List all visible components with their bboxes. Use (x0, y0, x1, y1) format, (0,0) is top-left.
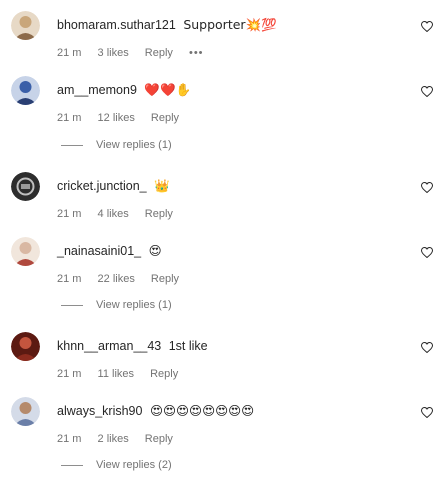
avatar[interactable] (11, 332, 40, 361)
comment-text: 1st like (168, 339, 208, 353)
view-replies-button[interactable]: View replies (1) (61, 138, 172, 152)
comment-likes[interactable]: 2 likes (98, 433, 129, 445)
comment-time: 21 m (57, 47, 82, 59)
comment-username[interactable]: always_krish90 (57, 404, 142, 418)
comment-text: ❤️❤️✋ (144, 82, 192, 97)
comment-time: 21 m (57, 208, 82, 220)
comment-text: 😍 (148, 243, 162, 258)
avatar[interactable] (11, 11, 40, 40)
like-heart-icon[interactable] (421, 182, 433, 193)
like-heart-icon[interactable] (421, 407, 433, 418)
reply-button[interactable]: Reply (145, 433, 173, 445)
comment-username[interactable]: _nainasaini01_ (57, 244, 141, 258)
comment-username[interactable]: cricket.junction_ (57, 179, 147, 193)
avatar[interactable] (11, 397, 40, 426)
comment-time: 21 m (57, 433, 82, 445)
comment-likes[interactable]: 11 likes (98, 368, 134, 380)
like-heart-icon[interactable] (421, 86, 433, 97)
view-replies-button[interactable]: View replies (2) (61, 458, 172, 472)
comment-time: 21 m (57, 273, 82, 285)
replies-divider (61, 464, 83, 466)
avatar[interactable] (11, 76, 40, 105)
reply-button[interactable]: Reply (151, 112, 179, 124)
comment-likes[interactable]: 3 likes (98, 47, 129, 59)
reply-button[interactable]: Reply (151, 273, 179, 285)
comment-username[interactable]: am__memon9 (57, 83, 137, 97)
reply-button[interactable]: Reply (145, 47, 173, 59)
replies-divider (61, 304, 83, 306)
comment-time: 21 m (57, 368, 82, 380)
comment-likes[interactable]: 22 likes (98, 273, 135, 285)
replies-divider (61, 144, 83, 146)
reply-button[interactable]: Reply (145, 208, 173, 220)
comment-text: 😍😍😍😍😍😍😍😍 (149, 403, 255, 418)
like-heart-icon[interactable] (421, 342, 433, 353)
comment-username[interactable]: khnn__arman__43 (57, 339, 161, 353)
comment-likes[interactable]: 12 likes (98, 112, 135, 124)
comment-time: 21 m (57, 112, 82, 124)
view-replies-label: View replies (1) (96, 299, 172, 311)
comment-text: Supporter💥💯 (183, 17, 277, 32)
comment-likes[interactable]: 4 likes (98, 208, 129, 220)
view-replies-label: View replies (2) (96, 459, 172, 471)
view-replies-label: View replies (1) (96, 139, 172, 151)
like-heart-icon[interactable] (421, 247, 433, 258)
comment-username[interactable]: bhomaram.suthar121 (57, 18, 176, 32)
view-replies-button[interactable]: View replies (1) (61, 298, 172, 312)
comments-list: bhomaram.suthar121 Supporter💥💯 21 m 3 li… (0, 0, 439, 481)
like-heart-icon[interactable] (421, 21, 433, 32)
avatar[interactable] (11, 237, 40, 266)
more-options-icon[interactable]: ••• (189, 47, 204, 59)
avatar[interactable] (11, 172, 40, 201)
reply-button[interactable]: Reply (150, 368, 178, 380)
comment-text: 👑 (154, 178, 170, 193)
